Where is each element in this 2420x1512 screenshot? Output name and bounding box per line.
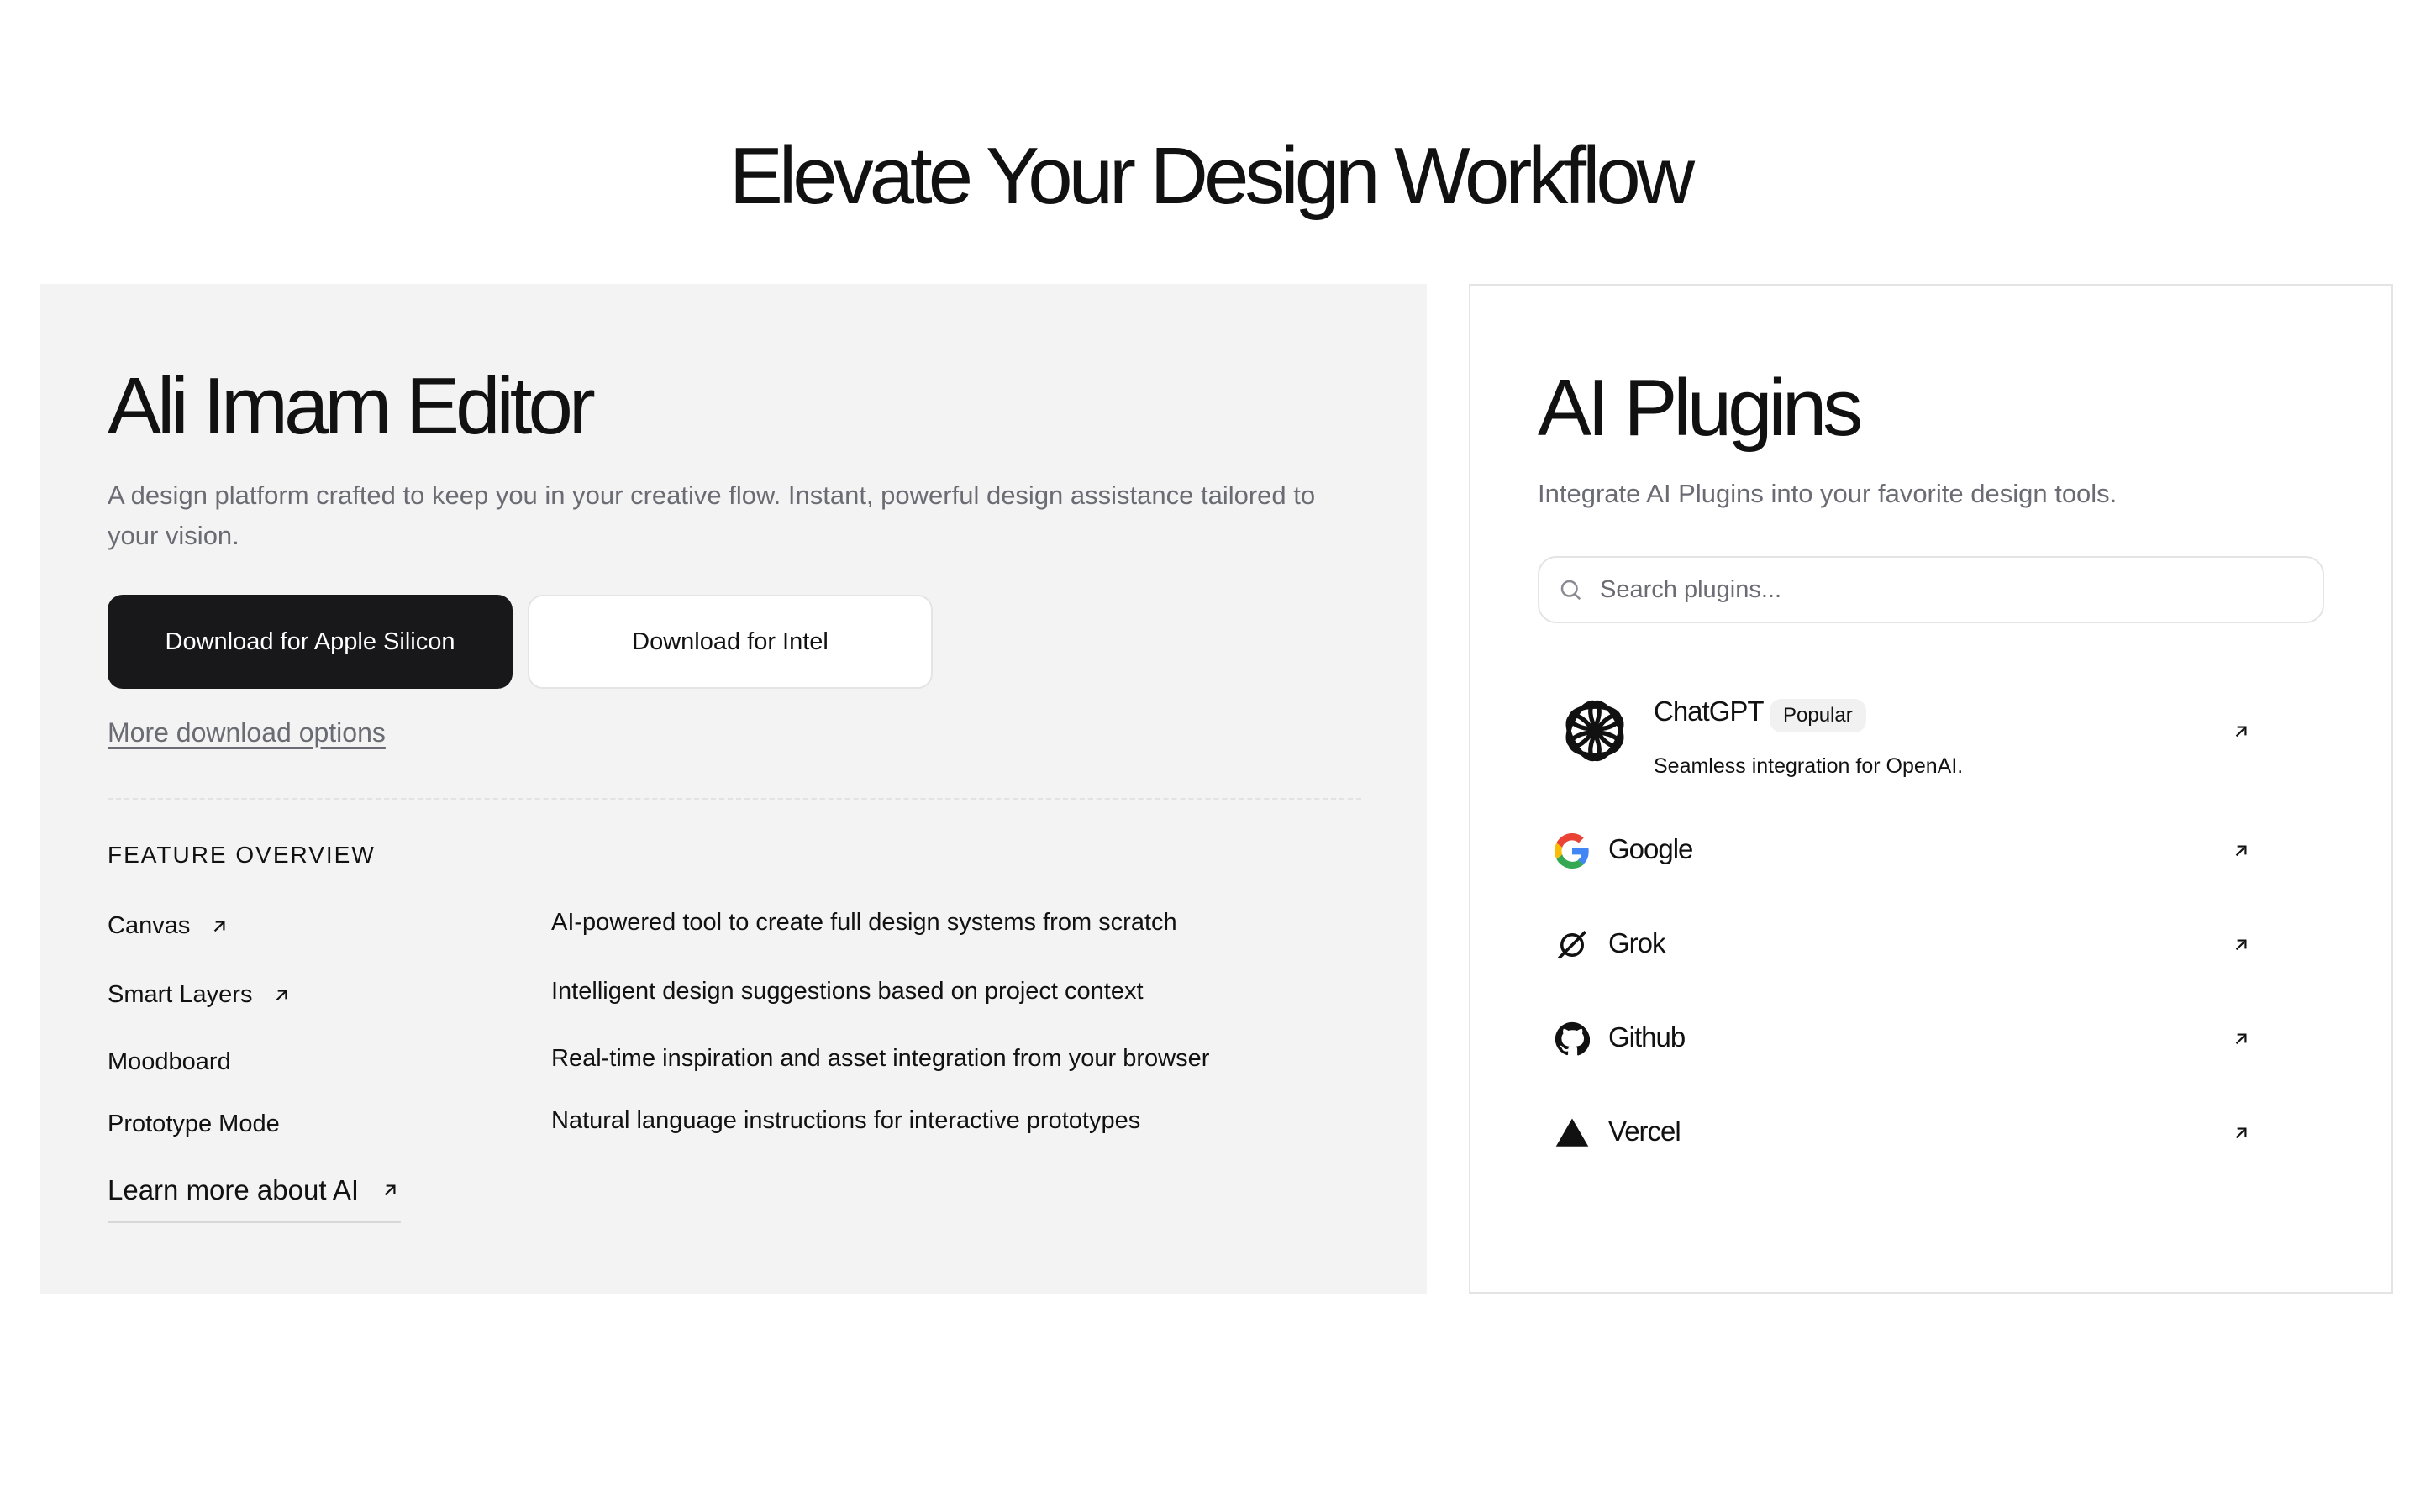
- editor-description: A design platform crafted to keep you in…: [108, 480, 1316, 550]
- plugin-name: Vercel: [1608, 1116, 1681, 1147]
- editor-card: Ali Imam Editor A design platform crafte…: [40, 284, 1427, 1294]
- arrow-up-right-icon: [214, 921, 225, 932]
- plugin-name: Grok: [1608, 927, 1666, 958]
- grok-icon: [1558, 931, 1586, 959]
- arrow-up-right-icon: [2235, 1033, 2247, 1045]
- feature-name: Canvas: [108, 912, 191, 939]
- page-title: Elevate Your Design Workflow: [729, 131, 1695, 221]
- feature-smart-layers-link[interactable]: Smart Layers: [108, 981, 292, 1009]
- plugin-name: Github: [1608, 1021, 1686, 1053]
- openai-icon: [1565, 700, 1624, 762]
- editor-title: Ali Imam Editor: [108, 361, 596, 451]
- arrow-up-right-icon: [2235, 1127, 2247, 1139]
- feature-description: Intelligent design suggestions based on …: [551, 978, 1144, 1005]
- vercel-icon: [1555, 1118, 1589, 1147]
- feature-description: Natural language instructions for intera…: [551, 1107, 1141, 1134]
- plugin-item-grok[interactable]: Grok: [1555, 921, 2252, 971]
- feature-name: Smart Layers: [108, 981, 253, 1008]
- plugins-card: AI Plugins Integrate AI Plugins into you…: [1469, 284, 2393, 1294]
- feature-row-smart-layers: Smart Layers Intelligent design suggesti…: [108, 978, 1368, 1018]
- plugin-item-chatgpt[interactable]: ChatGPT Popular Seamless integration for…: [1555, 690, 2252, 790]
- arrow-up-right-icon: [2235, 845, 2247, 857]
- section-divider: [108, 798, 1361, 800]
- plugin-item-vercel[interactable]: Vercel: [1555, 1109, 2252, 1159]
- learn-more-ai-link[interactable]: Learn more about AI: [108, 1174, 402, 1223]
- arrow-up-right-icon: [2235, 726, 2247, 738]
- feature-row-moodboard: Moodboard Real-time inspiration and asse…: [108, 1045, 1368, 1085]
- github-icon: [1555, 1021, 1590, 1056]
- feature-description: AI-powered tool to create full design sy…: [551, 909, 1177, 936]
- search-input[interactable]: [1598, 575, 2291, 605]
- plugin-name: Google: [1608, 833, 1693, 864]
- feature-canvas-link[interactable]: Canvas: [108, 912, 230, 940]
- arrow-up-right-icon: [2235, 939, 2247, 951]
- more-download-options-link[interactable]: More download options: [108, 717, 386, 748]
- plugin-item-github[interactable]: Github: [1555, 1015, 2252, 1065]
- plugin-item-google[interactable]: Google: [1555, 827, 2252, 877]
- feature-row-prototype-mode: Prototype Mode Natural language instruct…: [108, 1107, 1368, 1147]
- plugin-description: Seamless integration for OpenAI.: [1654, 754, 1964, 778]
- feature-name: Moodboard: [108, 1048, 231, 1075]
- plugins-title: AI Plugins: [1538, 363, 1863, 453]
- plugins-description: Integrate AI Plugins into your favorite …: [1538, 479, 2118, 508]
- search-icon: [1560, 580, 1581, 601]
- feature-row-canvas: Canvas AI-powered tool to create full de…: [108, 909, 1368, 949]
- arrow-up-right-icon: [276, 990, 287, 1000]
- google-icon: [1555, 833, 1589, 869]
- popular-badge: Popular: [1770, 699, 1866, 732]
- plugin-search-box: [1538, 556, 2324, 623]
- download-apple-silicon-button[interactable]: Download for Apple Silicon: [108, 595, 513, 689]
- download-intel-button[interactable]: Download for Intel: [528, 595, 933, 689]
- plugin-name: ChatGPT: [1654, 696, 1765, 727]
- feature-name: Prototype Mode: [108, 1110, 280, 1137]
- feature-overview-heading: FEATURE OVERVIEW: [108, 842, 376, 868]
- arrow-up-right-icon: [384, 1184, 396, 1196]
- learn-more-label: Learn more about AI: [108, 1174, 360, 1205]
- feature-description: Real-time inspiration and asset integrat…: [551, 1045, 1210, 1072]
